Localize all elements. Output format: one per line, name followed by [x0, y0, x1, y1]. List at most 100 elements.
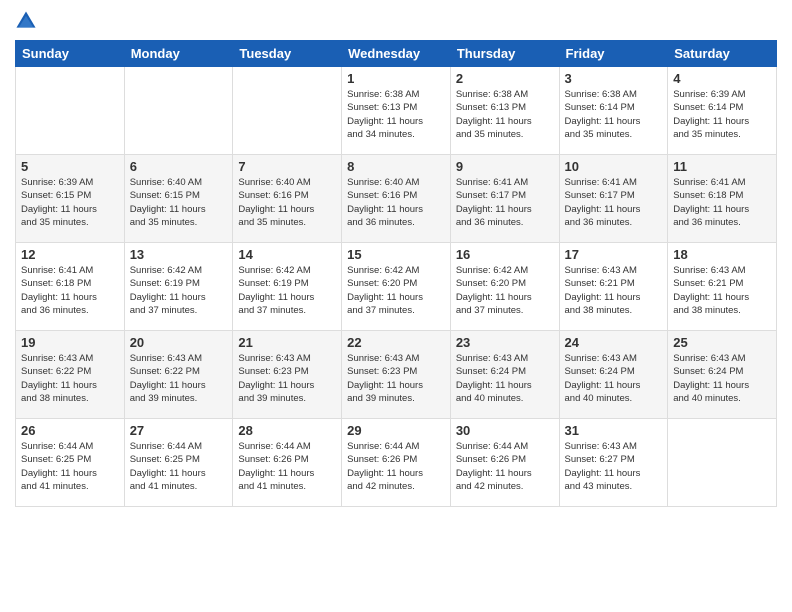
- day-info: Sunrise: 6:40 AM Sunset: 6:16 PM Dayligh…: [347, 176, 445, 229]
- day-info: Sunrise: 6:41 AM Sunset: 6:18 PM Dayligh…: [673, 176, 771, 229]
- calendar-cell: 5 Sunrise: 6:39 AM Sunset: 6:15 PM Daylig…: [16, 155, 125, 243]
- calendar-week-row: 12Sunrise: 6:41 AM Sunset: 6:18 PM Dayli…: [16, 243, 777, 331]
- day-info: Sunrise: 6:43 AM Sunset: 6:24 PM Dayligh…: [673, 352, 771, 405]
- calendar-cell: 1 Sunrise: 6:38 AM Sunset: 6:13 PM Daylig…: [342, 67, 451, 155]
- day-number: 1: [347, 71, 445, 86]
- day-number: 11: [673, 159, 771, 174]
- calendar-cell: [233, 67, 342, 155]
- day-info: Sunrise: 6:43 AM Sunset: 6:23 PM Dayligh…: [238, 352, 336, 405]
- day-number: 16: [456, 247, 554, 262]
- day-number: 21: [238, 335, 336, 350]
- day-number: 27: [130, 423, 228, 438]
- day-number: 4: [673, 71, 771, 86]
- day-info: Sunrise: 6:44 AM Sunset: 6:25 PM Dayligh…: [21, 440, 119, 493]
- day-number: 8: [347, 159, 445, 174]
- day-number: 6: [130, 159, 228, 174]
- day-info: Sunrise: 6:40 AM Sunset: 6:16 PM Dayligh…: [238, 176, 336, 229]
- calendar-cell: 25 Sunrise: 6:43 AM Sunset: 6:24 PM Dayli…: [668, 331, 777, 419]
- day-number: 29: [347, 423, 445, 438]
- logo-icon: [15, 10, 37, 32]
- calendar-cell: 28 Sunrise: 6:44 AM Sunset: 6:26 PM Dayli…: [233, 419, 342, 507]
- day-info: Sunrise: 6:39 AM Sunset: 6:15 PM Dayligh…: [21, 176, 119, 229]
- day-info: Sunrise: 6:38 AM Sunset: 6:14 PM Dayligh…: [565, 88, 663, 141]
- day-number: 18: [673, 247, 771, 262]
- calendar-cell: 15Sunrise: 6:42 AM Sunset: 6:20 PM Dayli…: [342, 243, 451, 331]
- calendar-cell: 24Sunrise: 6:43 AM Sunset: 6:24 PM Dayli…: [559, 331, 668, 419]
- calendar-cell: 7 Sunrise: 6:40 AM Sunset: 6:16 PM Daylig…: [233, 155, 342, 243]
- calendar: SundayMondayTuesdayWednesdayThursdayFrid…: [15, 40, 777, 507]
- calendar-cell: [124, 67, 233, 155]
- day-number: 24: [565, 335, 663, 350]
- day-info: Sunrise: 6:44 AM Sunset: 6:25 PM Dayligh…: [130, 440, 228, 493]
- calendar-cell: 2 Sunrise: 6:38 AM Sunset: 6:13 PM Daylig…: [450, 67, 559, 155]
- day-number: 28: [238, 423, 336, 438]
- calendar-day-header: Wednesday: [342, 41, 451, 67]
- day-info: Sunrise: 6:43 AM Sunset: 6:23 PM Dayligh…: [347, 352, 445, 405]
- calendar-cell: [668, 419, 777, 507]
- day-number: 19: [21, 335, 119, 350]
- calendar-cell: 26 Sunrise: 6:44 AM Sunset: 6:25 PM Dayli…: [16, 419, 125, 507]
- day-number: 31: [565, 423, 663, 438]
- day-info: Sunrise: 6:42 AM Sunset: 6:19 PM Dayligh…: [238, 264, 336, 317]
- calendar-day-header: Monday: [124, 41, 233, 67]
- day-number: 9: [456, 159, 554, 174]
- day-info: Sunrise: 6:43 AM Sunset: 6:21 PM Dayligh…: [673, 264, 771, 317]
- day-number: 23: [456, 335, 554, 350]
- calendar-week-row: 5 Sunrise: 6:39 AM Sunset: 6:15 PM Daylig…: [16, 155, 777, 243]
- calendar-cell: 13 Sunrise: 6:42 AM Sunset: 6:19 PM Dayli…: [124, 243, 233, 331]
- calendar-cell: 6Sunrise: 6:40 AM Sunset: 6:15 PM Daylig…: [124, 155, 233, 243]
- day-info: Sunrise: 6:44 AM Sunset: 6:26 PM Dayligh…: [238, 440, 336, 493]
- calendar-cell: 22Sunrise: 6:43 AM Sunset: 6:23 PM Dayli…: [342, 331, 451, 419]
- day-info: Sunrise: 6:38 AM Sunset: 6:13 PM Dayligh…: [347, 88, 445, 141]
- calendar-week-row: 1 Sunrise: 6:38 AM Sunset: 6:13 PM Daylig…: [16, 67, 777, 155]
- day-info: Sunrise: 6:42 AM Sunset: 6:20 PM Dayligh…: [456, 264, 554, 317]
- calendar-cell: 19Sunrise: 6:43 AM Sunset: 6:22 PM Dayli…: [16, 331, 125, 419]
- calendar-cell: 16 Sunrise: 6:42 AM Sunset: 6:20 PM Dayli…: [450, 243, 559, 331]
- day-info: Sunrise: 6:43 AM Sunset: 6:27 PM Dayligh…: [565, 440, 663, 493]
- logo: [15, 10, 41, 32]
- calendar-week-row: 19Sunrise: 6:43 AM Sunset: 6:22 PM Dayli…: [16, 331, 777, 419]
- calendar-cell: 17 Sunrise: 6:43 AM Sunset: 6:21 PM Dayli…: [559, 243, 668, 331]
- day-info: Sunrise: 6:41 AM Sunset: 6:17 PM Dayligh…: [456, 176, 554, 229]
- day-number: 13: [130, 247, 228, 262]
- day-info: Sunrise: 6:43 AM Sunset: 6:24 PM Dayligh…: [456, 352, 554, 405]
- page-header: [15, 10, 777, 32]
- calendar-cell: 9 Sunrise: 6:41 AM Sunset: 6:17 PM Daylig…: [450, 155, 559, 243]
- day-info: Sunrise: 6:39 AM Sunset: 6:14 PM Dayligh…: [673, 88, 771, 141]
- day-number: 17: [565, 247, 663, 262]
- calendar-cell: 31 Sunrise: 6:43 AM Sunset: 6:27 PM Dayli…: [559, 419, 668, 507]
- calendar-header-row: SundayMondayTuesdayWednesdayThursdayFrid…: [16, 41, 777, 67]
- day-number: 25: [673, 335, 771, 350]
- calendar-day-header: Friday: [559, 41, 668, 67]
- calendar-cell: [16, 67, 125, 155]
- day-number: 2: [456, 71, 554, 86]
- day-info: Sunrise: 6:38 AM Sunset: 6:13 PM Dayligh…: [456, 88, 554, 141]
- calendar-cell: 29 Sunrise: 6:44 AM Sunset: 6:26 PM Dayli…: [342, 419, 451, 507]
- calendar-cell: 12Sunrise: 6:41 AM Sunset: 6:18 PM Dayli…: [16, 243, 125, 331]
- day-info: Sunrise: 6:44 AM Sunset: 6:26 PM Dayligh…: [347, 440, 445, 493]
- day-info: Sunrise: 6:42 AM Sunset: 6:19 PM Dayligh…: [130, 264, 228, 317]
- day-number: 10: [565, 159, 663, 174]
- day-info: Sunrise: 6:42 AM Sunset: 6:20 PM Dayligh…: [347, 264, 445, 317]
- calendar-cell: 8 Sunrise: 6:40 AM Sunset: 6:16 PM Daylig…: [342, 155, 451, 243]
- day-number: 12: [21, 247, 119, 262]
- calendar-week-row: 26 Sunrise: 6:44 AM Sunset: 6:25 PM Dayli…: [16, 419, 777, 507]
- calendar-cell: 20Sunrise: 6:43 AM Sunset: 6:22 PM Dayli…: [124, 331, 233, 419]
- calendar-day-header: Sunday: [16, 41, 125, 67]
- day-number: 3: [565, 71, 663, 86]
- day-info: Sunrise: 6:43 AM Sunset: 6:21 PM Dayligh…: [565, 264, 663, 317]
- day-number: 20: [130, 335, 228, 350]
- calendar-day-header: Tuesday: [233, 41, 342, 67]
- day-number: 26: [21, 423, 119, 438]
- day-info: Sunrise: 6:44 AM Sunset: 6:26 PM Dayligh…: [456, 440, 554, 493]
- calendar-day-header: Thursday: [450, 41, 559, 67]
- day-number: 5: [21, 159, 119, 174]
- day-number: 7: [238, 159, 336, 174]
- calendar-cell: 21 Sunrise: 6:43 AM Sunset: 6:23 PM Dayli…: [233, 331, 342, 419]
- calendar-cell: 4 Sunrise: 6:39 AM Sunset: 6:14 PM Daylig…: [668, 67, 777, 155]
- day-number: 14: [238, 247, 336, 262]
- calendar-cell: 30 Sunrise: 6:44 AM Sunset: 6:26 PM Dayli…: [450, 419, 559, 507]
- calendar-day-header: Saturday: [668, 41, 777, 67]
- day-number: 30: [456, 423, 554, 438]
- calendar-cell: 18 Sunrise: 6:43 AM Sunset: 6:21 PM Dayli…: [668, 243, 777, 331]
